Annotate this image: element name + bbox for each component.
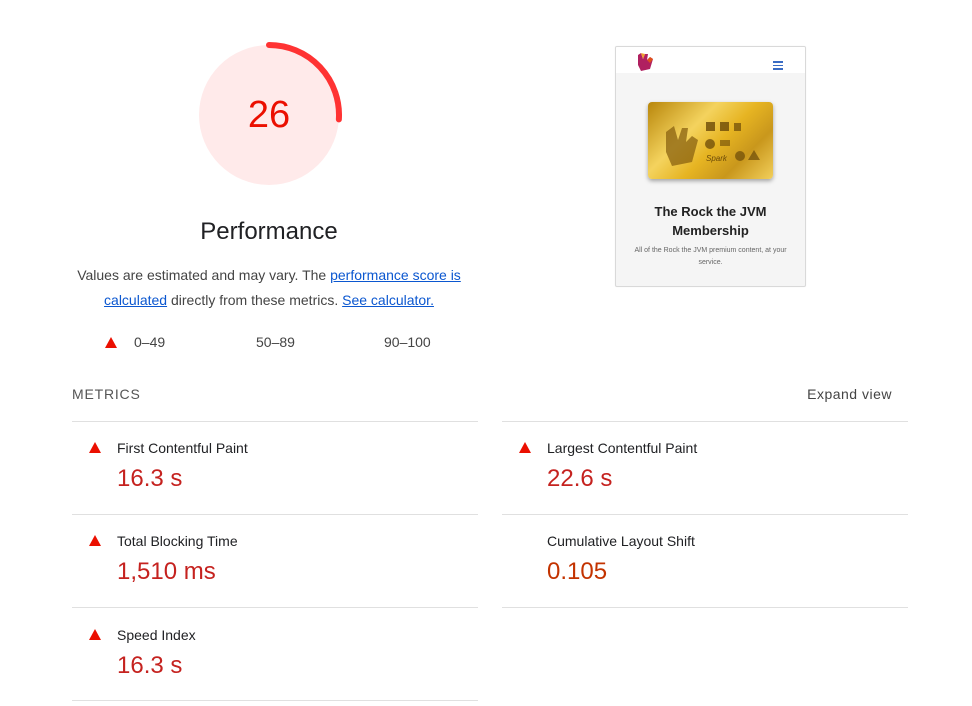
membership-card-image: Spark [648,102,773,179]
metric-title: Cumulative Layout Shift [547,533,695,549]
thumbnail-subtitle: All of the Rock the JVM premium content,… [634,247,787,266]
metrics-heading: METRICS [72,386,141,402]
legend-average-label: 50–89 [256,334,295,350]
description-text: Values are estimated and may vary. The [77,267,331,283]
description-text-2: directly from these metrics. [167,292,343,308]
divider [72,514,478,515]
thumbnail-title: The Rock the JVM Membership [654,204,767,238]
score-description: Values are estimated and may vary. The p… [60,263,478,313]
metric-value: 16.3 s [117,652,183,679]
metric-value: 1,510 ms [117,558,216,585]
final-screenshot-thumbnail[interactable]: Spark The Rock the JVM Membership All of… [615,46,806,287]
fail-triangle-icon [89,629,101,640]
fail-triangle-icon [105,336,117,348]
fail-triangle-icon [519,442,531,453]
fail-triangle-icon [89,442,101,453]
average-square-icon [236,337,246,347]
metric-title: Speed Index [117,627,196,643]
divider [72,700,478,701]
metric-title: Largest Contentful Paint [547,440,698,456]
performance-score: 26 [247,93,291,136]
legend-pass: 90–100 [368,333,431,351]
metric-value: 0.105 [547,558,608,585]
divider [502,514,908,515]
rock-hand-logo-icon [638,53,653,71]
hamburger-menu-icon[interactable] [773,61,783,72]
legend-pass-label: 90–100 [384,334,431,350]
divider [72,607,478,608]
metric-value: 16.3 s [117,465,183,492]
metric-title: Total Blocking Time [117,533,238,549]
divider [502,421,908,422]
divider [72,421,478,422]
divider [502,607,908,608]
legend-fail-label: 0–49 [134,334,166,350]
legend-average: 50–89 [236,333,295,351]
legend-fail: 0–49 [105,333,165,351]
pass-circle-icon [368,336,379,348]
category-title: Performance [200,218,338,245]
metric-value: 22.6 s [547,465,613,492]
fail-triangle-icon [89,535,101,546]
see-calculator-link[interactable]: See calculator. [342,292,434,308]
card-logo-text: Spark [706,154,728,163]
expand-view-toggle[interactable]: Expand view [780,386,892,402]
membership-card-logos-icon: Spark [666,122,760,166]
metric-title: First Contentful Paint [117,440,248,456]
